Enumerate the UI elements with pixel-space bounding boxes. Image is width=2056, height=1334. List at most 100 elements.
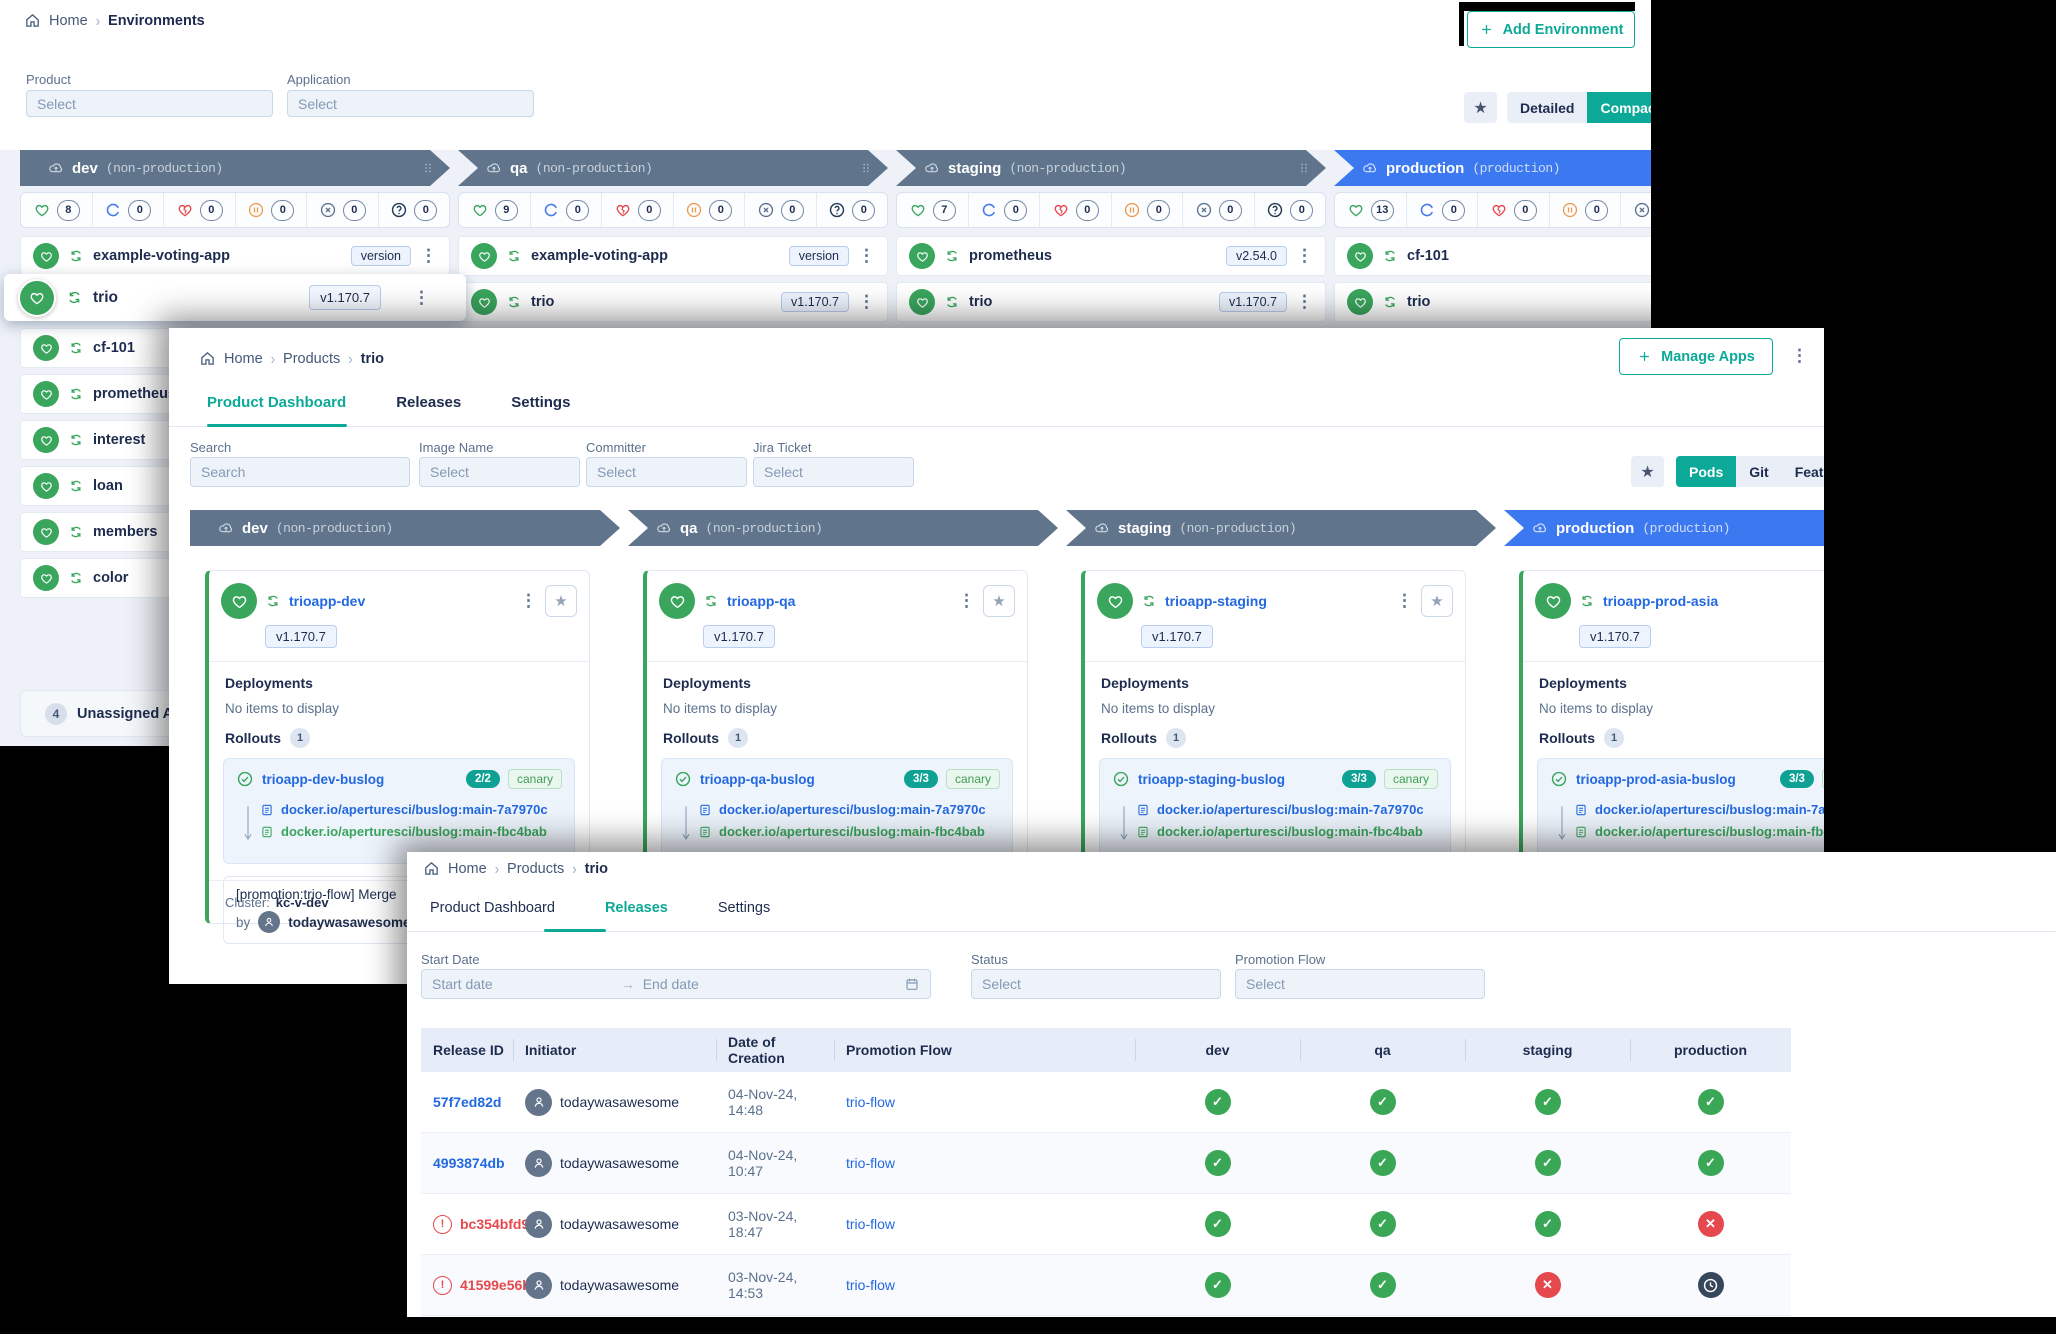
count-healthy[interactable]: 13 — [1335, 193, 1406, 227]
kebab-menu-icon[interactable]: ⋮ — [413, 288, 430, 308]
favorite-star-button[interactable]: ★ — [983, 585, 1015, 617]
count-missing[interactable]: 0 — [1182, 193, 1254, 227]
count-degraded[interactable]: 0 — [1477, 193, 1549, 227]
count-degraded[interactable]: 0 — [601, 193, 673, 227]
app-row[interactable]: prometheus v2.54.0 ⋮ — [896, 236, 1326, 276]
status-production[interactable]: ✓✕ — [1698, 1150, 1724, 1176]
grip-dots-icon[interactable] — [1296, 160, 1312, 176]
promotion-flow-link[interactable]: trio-flow — [846, 1216, 895, 1232]
kebab-menu-icon[interactable]: ⋮ — [1396, 591, 1413, 611]
header-initiator[interactable]: Initiator — [513, 1028, 716, 1072]
env-header-dev[interactable]: dev (non-production) — [20, 150, 450, 186]
view-detailed-option[interactable]: Detailed — [1507, 92, 1587, 123]
grip-dots-icon[interactable] — [420, 160, 436, 176]
count-suspended[interactable]: 0 — [673, 193, 745, 227]
header-staging[interactable]: staging — [1465, 1028, 1630, 1072]
count-suspended[interactable]: 0 — [235, 193, 307, 227]
home-icon[interactable] — [199, 350, 216, 367]
rollout-link[interactable]: trioapp-prod-asia-buslog — [1576, 772, 1736, 787]
status-production[interactable]: ✓✕ — [1698, 1272, 1724, 1298]
image-link[interactable]: docker.io/aperturesci/buslog:main-fbc4ba… — [1157, 824, 1423, 839]
status-qa[interactable]: ✓✕ — [1370, 1272, 1396, 1298]
count-degraded[interactable]: 0 — [1039, 193, 1111, 227]
table-row[interactable]: !bc354bfd9 todaywasawesome 03-Nov-24, 18… — [421, 1194, 1791, 1255]
home-icon[interactable] — [423, 860, 440, 877]
version-badge[interactable]: v1.170.7 — [1579, 625, 1651, 648]
image-link[interactable]: docker.io/aperturesci/buslog:main-7a7970… — [1595, 802, 1824, 817]
kebab-menu-icon[interactable]: ⋮ — [858, 292, 875, 312]
app-row[interactable]: trio v1.170.7 ⋮ — [1334, 282, 1651, 322]
calendar-icon[interactable] — [904, 976, 920, 992]
tab-settings[interactable]: Settings — [718, 900, 770, 916]
status-production[interactable]: ✓✕ — [1698, 1211, 1724, 1237]
count-missing[interactable]: 0 — [744, 193, 816, 227]
view-features-option[interactable]: Features — [1782, 456, 1824, 487]
product-filter-select[interactable] — [26, 90, 273, 117]
count-progressing[interactable]: 0 — [968, 193, 1040, 227]
version-badge[interactable]: v2.54.0 — [1226, 246, 1287, 266]
promotion-flow-link[interactable]: trio-flow — [846, 1277, 895, 1293]
status-staging[interactable]: ✓✕ — [1535, 1272, 1561, 1298]
count-progressing[interactable]: 0 — [530, 193, 602, 227]
count-progressing[interactable]: 0 — [92, 193, 164, 227]
table-row[interactable]: !57f7ed82d todaywasawesome 04-Nov-24, 14… — [421, 1072, 1791, 1133]
view-git-option[interactable]: Git — [1736, 456, 1781, 487]
header-release-id[interactable]: Release ID — [421, 1028, 513, 1072]
env-header-production[interactable]: production (production) — [1504, 510, 1824, 546]
version-badge[interactable]: v1.170.7 — [1219, 292, 1287, 312]
promotion-flow-link[interactable]: trio-flow — [846, 1155, 895, 1171]
version-badge[interactable]: version — [351, 246, 411, 266]
kebab-menu-icon[interactable]: ⋮ — [1791, 346, 1808, 366]
promotion-flow-link[interactable]: trio-flow — [846, 1094, 895, 1110]
status-qa[interactable]: ✓✕ — [1370, 1150, 1396, 1176]
status-staging[interactable]: ✓✕ — [1535, 1150, 1561, 1176]
version-badge[interactable]: version — [789, 246, 849, 266]
status-production[interactable]: ✓✕ — [1698, 1089, 1724, 1115]
count-healthy[interactable]: 9 — [459, 193, 530, 227]
kebab-menu-icon[interactable]: ⋮ — [1296, 246, 1313, 266]
favorites-filter-button[interactable]: ★ — [1464, 92, 1497, 123]
env-header-staging[interactable]: staging (non-production) — [896, 150, 1326, 186]
status-dev[interactable]: ✓✕ — [1205, 1272, 1231, 1298]
count-degraded[interactable]: 0 — [163, 193, 235, 227]
count-missing[interactable]: 0 — [306, 193, 378, 227]
promotion-flow-select[interactable] — [1235, 969, 1485, 999]
env-header-qa[interactable]: qa (non-production) — [458, 150, 888, 186]
tab-releases[interactable]: Releases — [396, 394, 461, 411]
release-id-link[interactable]: 57f7ed82d — [433, 1094, 501, 1110]
app-row[interactable]: example-voting-app version ⋮ — [20, 236, 450, 276]
kebab-menu-icon[interactable]: ⋮ — [858, 246, 875, 266]
app-row[interactable]: cf-101 version ⋮ — [1334, 236, 1651, 276]
app-link[interactable]: trioapp-prod-asia — [1603, 593, 1718, 609]
home-icon[interactable] — [24, 12, 41, 29]
app-row-trio-hover[interactable]: trio v1.170.7 ⋮ — [4, 274, 466, 321]
app-link[interactable]: trioapp-dev — [289, 593, 365, 609]
app-row[interactable]: example-voting-app version ⋮ — [458, 236, 888, 276]
image-link[interactable]: docker.io/aperturesci/buslog:main-fbc4ba… — [281, 824, 547, 839]
env-header-production[interactable]: production (production) — [1334, 150, 1651, 186]
count-suspended[interactable]: 0 — [1111, 193, 1183, 227]
table-row[interactable]: !41599e56b todaywasawesome 03-Nov-24, 14… — [421, 1255, 1791, 1316]
image-link[interactable]: docker.io/aperturesci/buslog:main-7a7970… — [281, 802, 548, 817]
kebab-menu-icon[interactable]: ⋮ — [958, 591, 975, 611]
search-input[interactable] — [190, 457, 410, 487]
version-badge[interactable]: v1.170.7 — [265, 625, 337, 648]
tab-product-dashboard[interactable]: Product Dashboard — [430, 900, 555, 916]
app-row[interactable]: trio v1.170.7 ⋮ — [896, 282, 1326, 322]
status-staging[interactable]: ✓✕ — [1535, 1089, 1561, 1115]
image-link[interactable]: docker.io/aperturesci/buslog:main-7a7970… — [719, 802, 986, 817]
status-dev[interactable]: ✓✕ — [1205, 1150, 1231, 1176]
kebab-menu-icon[interactable]: ⋮ — [520, 591, 537, 611]
manage-apps-button[interactable]: Manage Apps — [1619, 338, 1773, 375]
breadcrumb-products[interactable]: Products — [283, 351, 340, 367]
status-qa[interactable]: ✓✕ — [1370, 1211, 1396, 1237]
view-pods-option[interactable]: Pods — [1676, 456, 1736, 487]
breadcrumb-home[interactable]: Home — [49, 13, 88, 29]
version-badge[interactable]: v1.170.7 — [781, 292, 849, 312]
tab-product-dashboard[interactable]: Product Dashboard — [207, 394, 346, 411]
status-select[interactable] — [971, 969, 1221, 999]
add-environment-button[interactable]: Add Environment — [1467, 11, 1635, 48]
image-link[interactable]: docker.io/aperturesci/buslog:main-fbc4ba… — [719, 824, 985, 839]
version-badge[interactable]: v1.170.7 — [703, 625, 775, 648]
count-unknown[interactable]: 0 — [1254, 193, 1326, 227]
